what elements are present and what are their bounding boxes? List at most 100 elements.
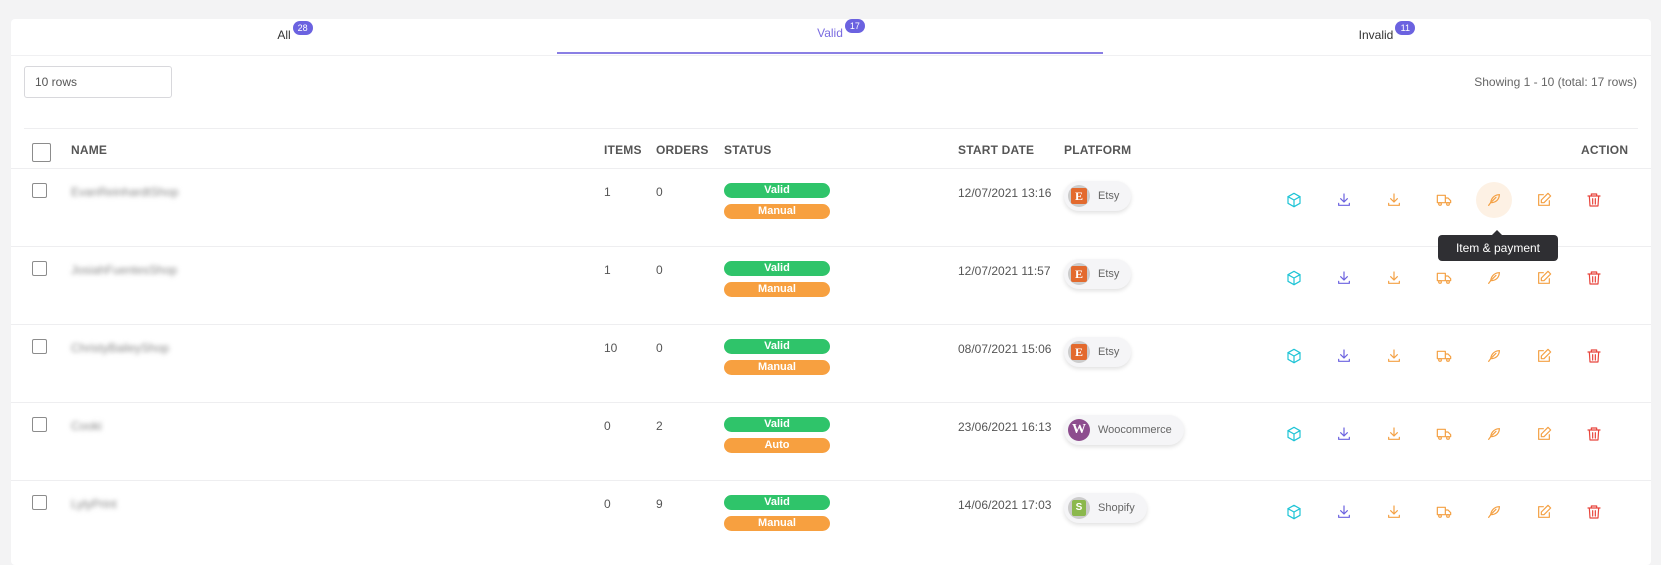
- row-checkbox[interactable]: [32, 417, 47, 432]
- column-platform: PLATFORM: [1064, 143, 1132, 157]
- platform-name: Woocommerce: [1098, 424, 1172, 436]
- tab-valid-count: 17: [844, 19, 865, 33]
- trash-icon[interactable]: [1582, 266, 1606, 290]
- download-icon[interactable]: [1332, 500, 1356, 524]
- shop-name[interactable]: EvanReinhardtShop: [71, 185, 178, 199]
- feather-icon[interactable]: [1482, 344, 1506, 368]
- tab-invalid-count: 11: [1395, 21, 1416, 35]
- status-badge: Valid: [724, 495, 830, 510]
- cube-icon[interactable]: [1282, 422, 1306, 446]
- trash-icon[interactable]: [1582, 500, 1606, 524]
- row-checkbox[interactable]: [32, 495, 47, 510]
- tab-bar: All 28 Valid 17 Invalid 11: [11, 19, 1651, 56]
- start-date: 08/07/2021 15:06: [958, 342, 1052, 356]
- column-start-date: START DATE: [958, 143, 1035, 157]
- shop-name[interactable]: ChristyBaileyShop: [71, 341, 169, 355]
- platform-chip: E Etsy: [1064, 259, 1132, 289]
- start-date: 14/06/2021 17:03: [958, 498, 1052, 512]
- table-row: JosiahFuentesShop 1 0 Valid Manual 12/07…: [11, 246, 1651, 321]
- column-orders: ORDERS: [656, 143, 709, 157]
- feather-icon[interactable]: [1476, 182, 1512, 218]
- truck-icon[interactable]: [1432, 344, 1456, 368]
- truck-icon[interactable]: [1432, 422, 1456, 446]
- shop-name[interactable]: JosiahFuentesShop: [71, 263, 177, 277]
- status-badge: Valid: [724, 261, 830, 276]
- table-row: Cooki 0 2 Valid Auto 23/06/2021 16:13 WW…: [11, 402, 1651, 477]
- start-date: 23/06/2021 16:13: [958, 420, 1052, 434]
- orders-count: 2: [656, 419, 663, 433]
- edit-icon[interactable]: [1532, 266, 1556, 290]
- start-date: 12/07/2021 11:57: [958, 264, 1051, 278]
- column-items: ITEMS: [604, 143, 642, 157]
- column-name: NAME: [71, 143, 108, 157]
- download-alt-icon[interactable]: [1382, 422, 1406, 446]
- shop-name[interactable]: LylyPrint: [71, 497, 117, 511]
- download-icon[interactable]: [1332, 422, 1356, 446]
- cube-icon[interactable]: [1282, 188, 1306, 212]
- table-row: LylyPrint 0 9 Valid Manual 14/06/2021 17…: [11, 480, 1651, 555]
- header-divider: [24, 128, 1638, 129]
- feather-icon[interactable]: [1482, 500, 1506, 524]
- truck-icon[interactable]: [1432, 266, 1456, 290]
- edit-icon[interactable]: [1532, 344, 1556, 368]
- action-tooltip: Item & payment: [1438, 230, 1558, 261]
- trash-icon[interactable]: [1582, 188, 1606, 212]
- status-badge: Valid: [724, 339, 830, 354]
- trash-icon[interactable]: [1582, 422, 1606, 446]
- woocommerce-logo-icon: W: [1068, 419, 1090, 441]
- download-icon[interactable]: [1332, 344, 1356, 368]
- shop-name[interactable]: Cooki: [71, 419, 102, 433]
- mode-badge: Manual: [724, 282, 830, 297]
- download-alt-icon[interactable]: [1382, 188, 1406, 212]
- edit-icon[interactable]: [1532, 188, 1556, 212]
- feather-icon[interactable]: [1482, 266, 1506, 290]
- mode-badge: Manual: [724, 204, 830, 219]
- platform-name: Shopify: [1098, 502, 1135, 514]
- etsy-logo-icon: E: [1068, 341, 1090, 363]
- cube-icon[interactable]: [1282, 500, 1306, 524]
- tab-valid[interactable]: Valid 17: [557, 19, 1103, 54]
- orders-count: 0: [656, 263, 663, 277]
- tab-invalid-label: Invalid 11: [1359, 21, 1416, 42]
- feather-icon[interactable]: [1482, 422, 1506, 446]
- platform-chip: S Shopify: [1064, 493, 1147, 523]
- platform-chip: E Etsy: [1064, 181, 1132, 211]
- trash-icon[interactable]: [1582, 344, 1606, 368]
- select-all-checkbox[interactable]: [32, 143, 51, 162]
- download-icon[interactable]: [1332, 266, 1356, 290]
- items-count: 10: [604, 341, 618, 355]
- download-alt-icon[interactable]: [1382, 266, 1406, 290]
- shopify-logo-icon: S: [1068, 497, 1090, 519]
- table-row: ChristyBaileyShop 10 0 Valid Manual 08/0…: [11, 324, 1651, 399]
- pagination-summary: Showing 1 - 10 (total: 17 rows): [1474, 75, 1637, 89]
- etsy-logo-icon: E: [1068, 185, 1090, 207]
- items-count: 0: [604, 419, 611, 433]
- items-count: 0: [604, 497, 611, 511]
- edit-icon[interactable]: [1532, 500, 1556, 524]
- platform-name: Etsy: [1098, 346, 1120, 358]
- platform-chip: W Woocommerce: [1064, 415, 1184, 445]
- row-checkbox[interactable]: [32, 183, 47, 198]
- tab-invalid[interactable]: Invalid 11: [1103, 19, 1649, 51]
- mode-badge: Manual: [724, 516, 830, 531]
- shops-card: All 28 Valid 17 Invalid 11 10 rows Showing …: [11, 19, 1651, 565]
- rows-per-page-select[interactable]: 10 rows: [24, 66, 172, 98]
- table-row: EvanReinhardtShop 1 0 Valid Manual 12/07…: [11, 168, 1651, 243]
- truck-icon[interactable]: [1432, 500, 1456, 524]
- platform-chip: E Etsy: [1064, 337, 1132, 367]
- truck-icon[interactable]: [1432, 188, 1456, 212]
- orders-count: 0: [656, 341, 663, 355]
- row-checkbox[interactable]: [32, 339, 47, 354]
- tab-all-count: 28: [292, 21, 313, 35]
- download-icon[interactable]: [1332, 188, 1356, 212]
- cube-icon[interactable]: [1282, 344, 1306, 368]
- orders-count: 0: [656, 185, 663, 199]
- download-alt-icon[interactable]: [1382, 344, 1406, 368]
- status-badge: Valid: [724, 183, 830, 198]
- tab-valid-label: Valid 17: [817, 19, 865, 40]
- download-alt-icon[interactable]: [1382, 500, 1406, 524]
- edit-icon[interactable]: [1532, 422, 1556, 446]
- tab-all[interactable]: All 28: [11, 19, 557, 51]
- row-checkbox[interactable]: [32, 261, 47, 276]
- cube-icon[interactable]: [1282, 266, 1306, 290]
